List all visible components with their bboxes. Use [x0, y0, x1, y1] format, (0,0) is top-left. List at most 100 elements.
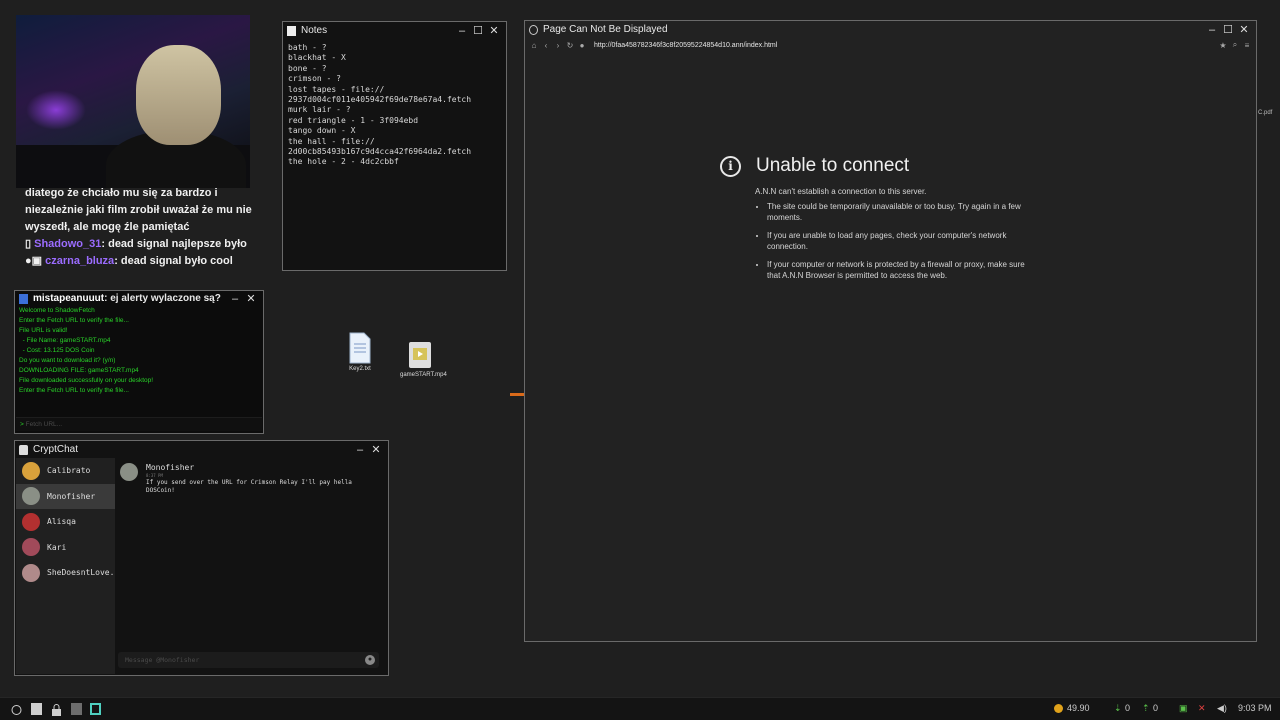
- webcam-person-head: [136, 45, 221, 145]
- contact-list: Calibrato Monofisher Alisqa Kari SheDoesntLo…: [16, 458, 124, 674]
- note-line: 2d00cb85493b167c9d4cca42f6964da2.fetch: [288, 147, 472, 157]
- cryptchat-title: CryptChat: [33, 444, 79, 455]
- lock-taskbar-icon[interactable]: [51, 703, 62, 716]
- cryptchat-window: CryptChat – ✕ Calibrato Monofisher Alisqa K…: [14, 440, 389, 676]
- message-text: If you send over the URL for Crimson Rel…: [146, 479, 352, 494]
- error-bullet: If you are unable to load any pages, che…: [767, 231, 1030, 252]
- chat-message: ●▣ czarna_bluza: dead signal było cool: [25, 255, 233, 267]
- note-line: the hall - file://: [288, 136, 375, 146]
- chat-text: dead signal było cool: [120, 255, 233, 267]
- maximize-icon[interactable]: ☐: [1220, 23, 1236, 36]
- maximize-icon[interactable]: ☐: [470, 24, 486, 37]
- contact-item[interactable]: Alisqa: [16, 509, 115, 535]
- note-line: bone - ?: [288, 63, 327, 73]
- terminal-line: Enter the Fetch URL to verify the file..…: [19, 387, 129, 394]
- chat-username: Shadowo_31: [34, 238, 102, 250]
- forward-icon[interactable]: ›: [552, 41, 564, 50]
- notes-titlebar[interactable]: Notes – ☐ ✕: [283, 22, 506, 39]
- bookmark-icon[interactable]: ★: [1217, 41, 1229, 50]
- browser-taskbar-icon[interactable]: [90, 703, 101, 715]
- close-icon[interactable]: ✕: [368, 443, 384, 456]
- contact-name: Monofisher: [47, 491, 96, 501]
- upload-icon: ⇡: [1142, 703, 1150, 713]
- globe-icon: [529, 24, 538, 35]
- message-input[interactable]: Message @Monofisher: [118, 652, 379, 668]
- contact-name: SheDoesntLove...: [47, 568, 125, 578]
- text-file-icon: [349, 332, 371, 364]
- stream-chat-overlay: diatego że chciało mu się za bardzo i ni…: [25, 185, 255, 270]
- note-line: lost tapes - file://: [288, 84, 385, 94]
- progress-sliver: [510, 393, 524, 396]
- shadowfetch-titlebar[interactable]: mistapeanuuut: ej alerty wylaczone są? –…: [15, 291, 263, 306]
- contact-name: Calibrato: [47, 466, 91, 476]
- terminal-line: - File Name: gameSTART.mp4: [19, 337, 111, 344]
- avatar: [22, 487, 40, 506]
- cryptchat-titlebar[interactable]: CryptChat – ✕: [15, 441, 388, 458]
- chat-text: ej alerty wylaczone są?: [110, 293, 221, 304]
- desktop-file-label: gameSTART.mp4: [400, 372, 447, 378]
- note-line: blackhat - X: [288, 53, 346, 63]
- terminal-line: DOWNLOADING FILE: gameSTART.mp4: [19, 367, 139, 374]
- close-icon[interactable]: ✕: [1236, 23, 1252, 36]
- folder-taskbar-icon[interactable]: [71, 703, 82, 715]
- start-menu-icon[interactable]: [11, 703, 22, 715]
- network-icon[interactable]: ▣: [1179, 703, 1188, 714]
- info-icon: i: [720, 155, 741, 177]
- send-icon[interactable]: ●: [365, 655, 375, 665]
- contact-item[interactable]: Calibrato: [16, 458, 115, 484]
- home-icon[interactable]: ⌂: [528, 41, 540, 50]
- video-file-icon: [409, 342, 431, 368]
- note-line: 2937d004cf011e405942f69de78e67a4.fetch: [288, 95, 472, 105]
- coin-balance: 49.90: [1067, 703, 1090, 713]
- chat-username: czarna_bluza: [45, 255, 115, 267]
- contact-item[interactable]: Kari: [16, 535, 115, 561]
- close-icon[interactable]: ✕: [243, 292, 259, 305]
- minimize-icon[interactable]: –: [227, 293, 243, 305]
- error-bullet: If your computer or network is protected…: [767, 260, 1030, 281]
- minimize-icon[interactable]: –: [454, 25, 470, 37]
- desktop-file-pdf-label: C.pdf: [1258, 110, 1273, 116]
- lock-icon: ●: [579, 40, 585, 50]
- desktop-file-key2[interactable]: Key2.txt: [340, 332, 380, 372]
- desktop-file-label: Key2.txt: [349, 366, 371, 372]
- chat-message: ▯ Shadowo_31: dead signal najlepsze było: [25, 238, 247, 250]
- note-line: tango down - X: [288, 126, 356, 136]
- notes-window: Notes – ☐ ✕ bath - ? blackhat - Xbone - ?…: [282, 21, 507, 271]
- fetch-url-input[interactable]: > Fetch URL...: [16, 417, 262, 431]
- chat-text: dead signal najlepsze było: [108, 238, 247, 250]
- address-bar[interactable]: http://0faa458782346f3c8f20595224854d10.…: [588, 42, 1217, 49]
- taskbar: 49.90 ⇣ 0 ⇡ 0 ▣ ✕ ◀) 9:03 PM: [0, 697, 1280, 720]
- avatar: [22, 512, 40, 531]
- minimize-icon[interactable]: –: [352, 444, 368, 456]
- chat-username: mistapeanuuut: [33, 293, 105, 304]
- close-icon[interactable]: ✕: [486, 24, 502, 37]
- message-time: 8:37 PM: [146, 473, 163, 478]
- browser-titlebar[interactable]: Page Can Not Be Displayed – ☐ ✕: [525, 21, 1256, 38]
- notes-title: Notes: [301, 25, 328, 36]
- menu-icon[interactable]: ≡: [1241, 41, 1253, 50]
- upload-count: 0: [1153, 703, 1159, 713]
- browser-navbar: ⌂ ‹ › ↻ ● http://0faa458782346f3c8f20595…: [525, 38, 1256, 52]
- notifications-off-icon[interactable]: ✕: [1198, 703, 1206, 714]
- reload-icon[interactable]: ↻: [564, 41, 576, 50]
- fetch-url-placeholder: Fetch URL...: [25, 421, 63, 428]
- contact-item[interactable]: Monofisher: [16, 483, 115, 509]
- contact-name: Alisqa: [47, 517, 76, 527]
- back-icon[interactable]: ‹: [540, 41, 552, 50]
- error-bullet: The site could be temporarily unavailabl…: [767, 202, 1030, 223]
- chat-message: Monofisher 8:37 PM If you send over the …: [120, 463, 366, 495]
- notes-taskbar-icon[interactable]: [31, 703, 42, 715]
- search-icon[interactable]: ⌕: [1229, 40, 1241, 50]
- chat-badge-icon: [19, 293, 28, 304]
- desktop-file-gamestart[interactable]: gameSTART.mp4: [400, 340, 447, 378]
- shadowfetch-output: Welcome to ShadowFetch Enter the Fetch UR…: [15, 306, 263, 396]
- chat-badge-icon: ●▣: [25, 255, 46, 267]
- notes-text-area[interactable]: bath - ? blackhat - Xbone - ? crimson - ? l…: [283, 39, 506, 172]
- message-sender: Monofisher: [146, 463, 195, 472]
- volume-icon[interactable]: ◀): [1217, 703, 1227, 714]
- contact-item[interactable]: SheDoesntLove...: [16, 560, 124, 586]
- chat-line: diatego że chciało mu się za bardzo i ni…: [25, 187, 252, 233]
- chat-panel: Monofisher 8:37 PM If you send over the …: [116, 458, 387, 674]
- terminal-line: Do you want to download it? (y/n): [19, 357, 116, 364]
- minimize-icon[interactable]: –: [1204, 24, 1220, 36]
